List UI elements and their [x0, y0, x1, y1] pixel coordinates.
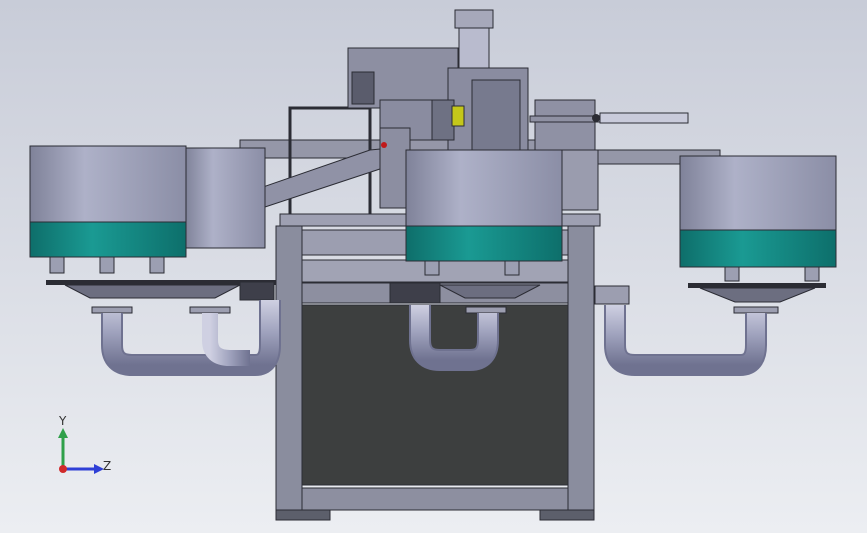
y-axis-head — [58, 428, 68, 438]
right-vibratory-bowl — [594, 155, 837, 314]
machine-model[interactable] — [0, 0, 867, 533]
y-axis-label: Y — [59, 414, 67, 428]
z-axis-label: Z — [103, 459, 112, 473]
left-vibratory-bowl — [29, 145, 276, 314]
x-axis-dot — [59, 465, 67, 473]
graphics-viewport[interactable]: Y Z — [0, 0, 867, 533]
